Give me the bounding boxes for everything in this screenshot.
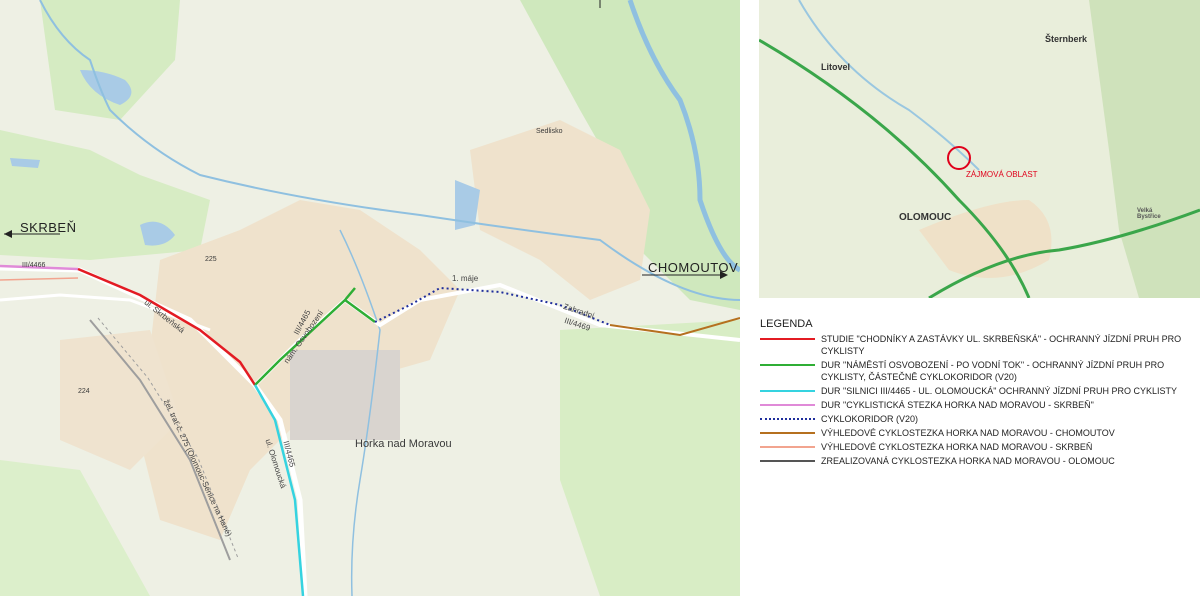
legend-row: DUR "SILNICI III/4465 - UL. OLOMOUCKÁ" O… — [760, 385, 1196, 397]
legend-swatch-line — [760, 460, 815, 462]
legend: LEGENDA STUDIE "CHODNÍKY A ZASTÁVKY UL. … — [760, 318, 1196, 488]
legend-text: DUR "CYKLISTICKÁ STEZKA HORKA NAD MORAVO… — [821, 400, 1094, 410]
legend-row: VÝHLEDOVÉ CYKLOSTEZKA HORKA NAD MORAVOU … — [760, 427, 1196, 439]
house-number-224: 224 — [78, 388, 90, 395]
legend-row: ZREALIZOVANÁ CYKLOSTEZKA HORKA NAD MORAV… — [760, 455, 1196, 467]
overview-label-sternberk: Šternberk — [1045, 34, 1088, 44]
overview-label-zajmova-oblast: ZÁJMOVÁ OBLAST — [966, 170, 1038, 179]
legend-text: DUR "NÁMĚSTÍ OSVOBOZENÍ - PO VODNÍ TOK" … — [821, 360, 1165, 382]
direction-label-skrben: SKRBEŇ — [20, 220, 77, 235]
town-label: Horka nad Moravou — [355, 438, 452, 450]
overview-map-canvas — [759, 0, 1200, 298]
legend-row: CYKLOKORIDOR (V20) — [760, 413, 1196, 425]
legend-text: CYKLOKORIDOR (V20) — [821, 414, 919, 424]
main-map[interactable]: SKRBEŇ CHOMOUTOV Horka nad Moravou Sedli… — [0, 0, 740, 596]
overview-map[interactable]: Litovel Šternberk OLOMOUC Velká Bystřice… — [759, 0, 1200, 298]
overview-label-litovel: Litovel — [821, 62, 851, 72]
legend-text: VÝHLEDOVÉ CYKLOSTEZKA HORKA NAD MORAVOU … — [821, 442, 1093, 452]
legend-row: STUDIE "CHODNÍKY A ZASTÁVKY UL. SKRBEŇSK… — [760, 333, 1196, 357]
legend-text: STUDIE "CHODNÍKY A ZASTÁVKY UL. SKRBEŇSK… — [821, 334, 1182, 356]
legend-swatch-line — [760, 418, 815, 420]
overview-label-olomouc: OLOMOUC — [899, 212, 952, 223]
main-map-canvas — [0, 0, 740, 596]
street-label-1maje: 1. máje — [452, 274, 479, 283]
legend-items: STUDIE "CHODNÍKY A ZASTÁVKY UL. SKRBEŇSK… — [760, 333, 1196, 467]
legend-row: DUR "CYKLISTICKÁ STEZKA HORKA NAD MORAVO… — [760, 399, 1196, 411]
legend-swatch-line — [760, 446, 815, 448]
legend-text: VÝHLEDOVÉ CYKLOSTEZKA HORKA NAD MORAVOU … — [821, 428, 1115, 438]
legend-swatch — [760, 333, 815, 345]
sedlisko-label: Sedlisko — [536, 128, 563, 135]
legend-swatch — [760, 427, 815, 439]
legend-title: LEGENDA — [760, 318, 813, 330]
house-number-225: 225 — [205, 256, 217, 263]
legend-swatch — [760, 359, 815, 371]
legend-swatch-line — [760, 432, 815, 434]
legend-text: ZREALIZOVANÁ CYKLOSTEZKA HORKA NAD MORAV… — [821, 456, 1115, 466]
legend-swatch-line — [760, 364, 815, 366]
industrial-area — [290, 350, 400, 440]
road-label-4466: III/4466 — [22, 262, 46, 269]
overview-label-velka-bystrice: Velká Bystřice — [1137, 208, 1161, 220]
legend-swatch-line — [760, 390, 815, 392]
legend-swatch — [760, 455, 815, 467]
direction-label-chomoutov: CHOMOUTOV — [648, 260, 739, 275]
legend-row: DUR "NÁMĚSTÍ OSVOBOZENÍ - PO VODNÍ TOK" … — [760, 359, 1196, 383]
legend-swatch — [760, 413, 815, 425]
legend-swatch — [760, 385, 815, 397]
legend-swatch-line — [760, 338, 815, 340]
legend-swatch-line — [760, 404, 815, 406]
legend-swatch — [760, 441, 815, 453]
meadow-south-east — [560, 320, 740, 596]
legend-text: DUR "SILNICI III/4465 - UL. OLOMOUCKÁ" O… — [821, 386, 1177, 396]
legend-swatch — [760, 399, 815, 411]
legend-row: VÝHLEDOVÉ CYKLOSTEZKA HORKA NAD MORAVOU … — [760, 441, 1196, 453]
